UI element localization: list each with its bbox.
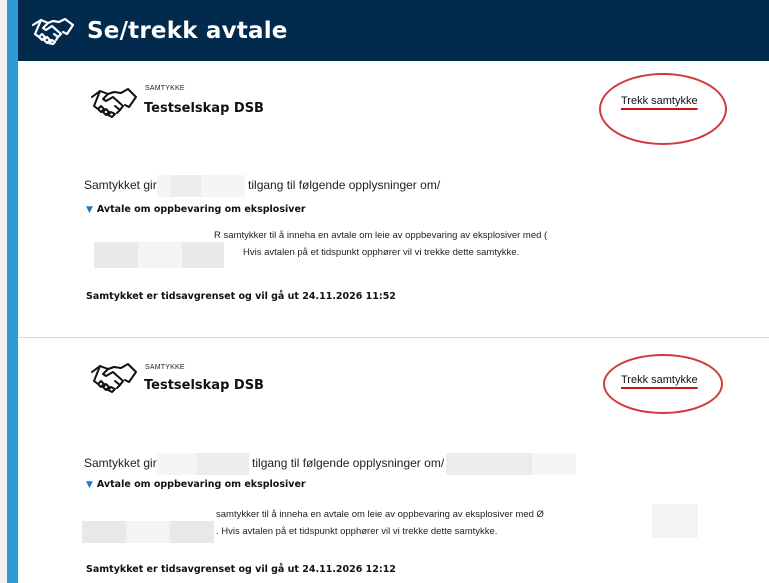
expand-triangle-icon: ▼ — [86, 480, 93, 490]
redacted-block — [82, 521, 126, 543]
redacted-block — [652, 504, 698, 538]
company-name: Testselskap DSB — [144, 101, 264, 116]
redacted-block — [156, 453, 197, 475]
expiry-notice: Samtykket er tidsavgrenset og vil gå ut … — [86, 564, 396, 575]
agreement-toggle[interactable]: ▼ Avtale om oppbevaring om eksplosiver — [86, 204, 306, 215]
consent-access-prefix: Samtykket gir — [84, 178, 157, 193]
consent-type-label: SAMTYKKE — [145, 364, 185, 371]
consent-access-text: Samtykket gir tilgang til følgende opply… — [84, 453, 577, 475]
withdraw-consent-link[interactable]: Trekk samtykke — [621, 374, 698, 386]
consent-card: SAMTYKKE Testselskap DSB Trekk samtykke … — [18, 338, 769, 583]
page-title: Se/trekk avtale — [87, 17, 288, 44]
consent-type-label: SAMTYKKE — [145, 85, 185, 92]
redacted-block — [196, 453, 249, 475]
redacted-block — [182, 242, 224, 268]
redacted-block — [156, 175, 171, 197]
agreement-title: Avtale om oppbevaring om eksplosiver — [96, 204, 306, 215]
expand-triangle-icon: ▼ — [86, 205, 93, 215]
agreement-description-line: . Hvis avtalen på et tidspunkt opphører … — [216, 526, 498, 537]
consent-access-middle: tilgang til følgende opplysninger om — [248, 178, 437, 193]
handshake-icon — [90, 85, 138, 119]
withdraw-consent-link[interactable]: Trekk samtykke — [621, 95, 698, 107]
consent-access-text: Samtykket gir tilgang til følgende opply… — [84, 175, 440, 197]
redacted-block — [138, 242, 182, 268]
agreement-description-line: R samtykker til å inneha en avtale om le… — [214, 230, 548, 241]
consent-access-prefix: Samtykket gir — [84, 456, 157, 471]
agreement-toggle[interactable]: ▼ Avtale om oppbevaring om eksplosiver — [86, 479, 306, 490]
highlight-ring — [599, 73, 727, 145]
left-accent-bar — [7, 0, 18, 583]
agreement-title: Avtale om oppbevaring om eksplosiver — [96, 479, 306, 490]
handshake-icon — [31, 16, 75, 46]
consent-access-middle: tilgang til følgende opplysninger om — [252, 456, 441, 471]
handshake-icon — [90, 360, 138, 394]
redacted-block — [170, 521, 214, 543]
expiry-notice: Samtykket er tidsavgrenset og vil gå ut … — [86, 291, 396, 302]
redacted-block — [532, 453, 577, 475]
redacted-block — [170, 175, 201, 197]
redacted-block — [94, 242, 138, 268]
redacted-block — [126, 521, 170, 543]
page-header: Se/trekk avtale — [18, 0, 769, 61]
redacted-block — [446, 453, 533, 475]
consent-card: SAMTYKKE Testselskap DSB Trekk samtykke … — [18, 61, 769, 337]
agreement-description-line: samtykker til å inneha en avtale om leie… — [216, 509, 544, 520]
left-rail — [0, 0, 7, 583]
company-name: Testselskap DSB — [144, 378, 264, 393]
agreement-description-line: Hvis avtalen på et tidspunkt opphører vi… — [243, 247, 520, 258]
redacted-block — [200, 175, 245, 197]
